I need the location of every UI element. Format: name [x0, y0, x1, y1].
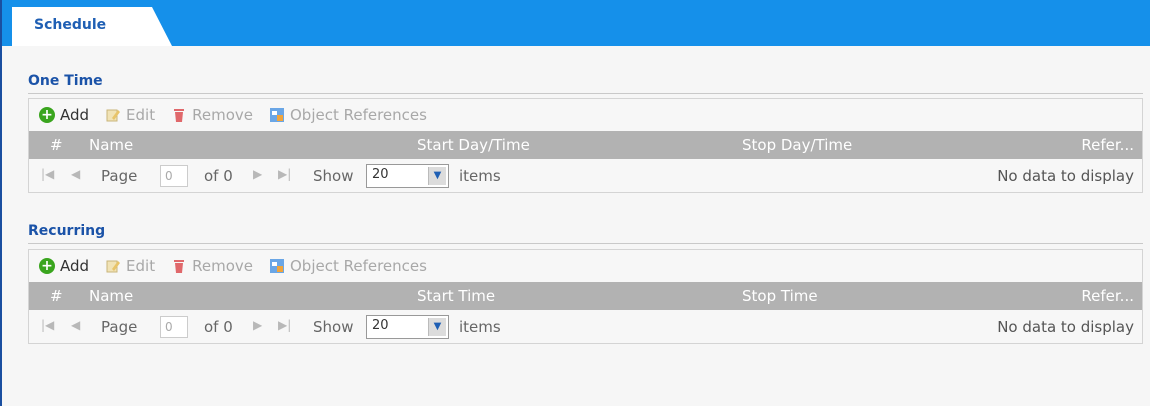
- recurring-section: Recurring: [28, 221, 1143, 244]
- tab-schedule-label: Schedule: [34, 17, 107, 33]
- show-label: Show: [313, 318, 354, 336]
- last-page-icon[interactable]: ▶|: [278, 167, 291, 181]
- pencil-icon: [105, 258, 121, 274]
- recurring-divider: [28, 243, 1143, 244]
- one-time-divider: [28, 93, 1143, 94]
- recurring-edit-button[interactable]: Edit: [105, 257, 155, 275]
- one-time-add-button[interactable]: + Add: [39, 106, 89, 124]
- page-size-select[interactable]: 20 ▼: [366, 164, 449, 188]
- last-page-icon[interactable]: ▶|: [278, 318, 291, 332]
- page-size-value: 20: [372, 318, 389, 333]
- pencil-icon: [105, 107, 121, 123]
- first-page-icon[interactable]: |◀: [41, 318, 54, 332]
- one-time-pager: |◀ ◀ Page 0 of 0 ▶ ▶| Show 20 ▼ items No…: [29, 159, 1142, 192]
- page-number-input[interactable]: 0: [160, 316, 188, 338]
- one-time-title: One Time: [28, 73, 103, 89]
- page-size-select[interactable]: 20 ▼: [366, 315, 449, 339]
- column-start[interactable]: Start Time: [417, 287, 495, 305]
- add-label: Add: [60, 257, 90, 275]
- object-references-label: Object References: [289, 257, 427, 275]
- schedule-page: Schedule One Time + Add Edit Remove Obje…: [0, 0, 1150, 406]
- items-label: items: [459, 318, 501, 336]
- one-time-toolbar: + Add Edit Remove Object References: [29, 99, 1142, 131]
- show-label: Show: [313, 167, 354, 185]
- remove-label: Remove: [192, 106, 253, 124]
- page-count: of 0: [204, 167, 233, 185]
- prev-page-icon[interactable]: ◀: [71, 167, 80, 181]
- first-page-icon[interactable]: |◀: [41, 167, 54, 181]
- plus-circle-icon: +: [39, 258, 55, 274]
- one-time-panel: + Add Edit Remove Object References # Na…: [28, 98, 1143, 193]
- recurring-remove-button[interactable]: Remove: [171, 257, 253, 275]
- one-time-table-header: # Name Start Day/Time Stop Day/Time Refe…: [29, 131, 1142, 159]
- column-stop[interactable]: Stop Time: [742, 287, 818, 305]
- recurring-panel: + Add Edit Remove Object References # Na…: [28, 249, 1143, 344]
- no-data-status: No data to display: [997, 318, 1134, 336]
- trash-icon: [171, 258, 187, 274]
- add-label: Add: [60, 106, 90, 124]
- column-name[interactable]: Name: [89, 287, 133, 305]
- remove-label: Remove: [192, 257, 253, 275]
- one-time-object-references-button[interactable]: Object References: [269, 106, 427, 124]
- column-references[interactable]: Refer...: [1081, 136, 1134, 154]
- recurring-add-button[interactable]: + Add: [39, 257, 89, 275]
- chevron-down-icon[interactable]: ▼: [428, 167, 446, 185]
- trash-icon: [171, 107, 187, 123]
- one-time-section: One Time: [28, 71, 1143, 94]
- recurring-object-references-button[interactable]: Object References: [269, 257, 427, 275]
- column-name[interactable]: Name: [89, 136, 133, 154]
- page-label: Page: [101, 318, 138, 336]
- recurring-title: Recurring: [28, 223, 106, 239]
- no-data-status: No data to display: [997, 167, 1134, 185]
- plus-circle-icon: +: [39, 107, 55, 123]
- next-page-icon[interactable]: ▶: [253, 318, 262, 332]
- object-references-label: Object References: [289, 106, 427, 124]
- object-references-icon: [269, 258, 285, 274]
- edit-label: Edit: [126, 106, 156, 124]
- edit-label: Edit: [126, 257, 156, 275]
- page-size-value: 20: [372, 167, 389, 182]
- items-label: items: [459, 167, 501, 185]
- tab-bar: Schedule: [2, 0, 1150, 46]
- page-label: Page: [101, 167, 138, 185]
- chevron-down-icon[interactable]: ▼: [428, 318, 446, 336]
- column-references[interactable]: Refer...: [1081, 287, 1134, 305]
- recurring-toolbar: + Add Edit Remove Object References: [29, 250, 1142, 282]
- one-time-remove-button[interactable]: Remove: [171, 106, 253, 124]
- column-number[interactable]: #: [50, 287, 63, 305]
- page-count: of 0: [204, 318, 233, 336]
- page-number-input[interactable]: 0: [160, 165, 188, 187]
- next-page-icon[interactable]: ▶: [253, 167, 262, 181]
- object-references-icon: [269, 107, 285, 123]
- column-number[interactable]: #: [50, 136, 63, 154]
- one-time-edit-button[interactable]: Edit: [105, 106, 155, 124]
- recurring-pager: |◀ ◀ Page 0 of 0 ▶ ▶| Show 20 ▼ items No…: [29, 310, 1142, 343]
- prev-page-icon[interactable]: ◀: [71, 318, 80, 332]
- column-start[interactable]: Start Day/Time: [417, 136, 530, 154]
- recurring-table-header: # Name Start Time Stop Time Refer...: [29, 282, 1142, 310]
- column-stop[interactable]: Stop Day/Time: [742, 136, 852, 154]
